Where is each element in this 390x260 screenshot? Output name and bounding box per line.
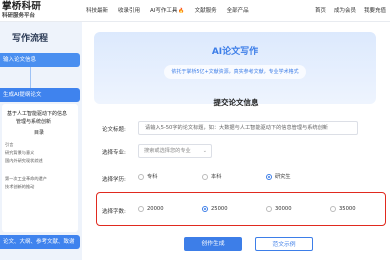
paper-line: 研究背景与意义 [5,150,35,155]
paper-line: 引言 [5,142,14,147]
paper-line: 第一次工业革命的遗产 [5,176,47,181]
major-label: 选择专业: [102,150,126,156]
degree-label: 选择学历: [102,177,126,183]
step-generate-outline[interactable]: 生成AI提纲论文 [0,88,80,102]
paper-line: 国内外研究现状综述 [5,158,43,163]
words-label: 选择字数: [102,209,126,215]
main-panel: AI论文写作 依托于掌桥5亿+文献资源，真实参考文献，专业学术格式 提交论文信息… [82,22,390,260]
hero-subtitle: 依托于掌桥5亿+文献资源，真实参考文献，专业学术格式 [164,65,306,79]
paper-toc: 目录 [34,130,45,136]
words-option-20000[interactable]: 20000 [138,206,164,212]
words-option-25000[interactable]: 25000 [202,206,228,212]
radio-icon [330,206,336,212]
example-button[interactable]: 范文示例 [255,237,313,251]
radio-selected-icon [266,173,272,180]
radio-icon [138,173,144,180]
hero-title: AI论文写作 [211,47,259,57]
words-option-30000[interactable]: 30000 [266,206,292,212]
hot-icon: 🔥 [178,8,185,14]
radio-icon [138,206,144,212]
nav-item-citation[interactable]: 收录引用 [118,6,140,14]
major-placeholder: 搜索或选择您的专业 [144,148,191,154]
major-select[interactable]: 搜索或选择您的专业 ⌄ [138,144,212,158]
hero-banner: AI论文写作 依托于掌桥5亿+文献资源，真实参考文献，专业学术格式 [94,32,376,104]
recharge-link[interactable]: 我要充值 [364,6,386,14]
membership-link[interactable]: 成为会员 [334,6,356,14]
paper-preview: 基于人工智能驱动下的信息 管理与系统创新 目录 引言 研究背景与意义 国内外研究… [2,104,78,232]
title-input[interactable]: 请输入5-50字的论文标题，如：大数据与人工智能驱动下的信息管理与系统创新 [138,121,358,135]
workflow-sidebar: 写作流程 输入论文信息 生成AI提纲论文 基于人工智能驱动下的信息 管理与系统创… [0,22,82,260]
logo-subtitle: 科研服务平台 [2,13,36,19]
nav-item-all-products[interactable]: 全部产品 [227,6,249,14]
nav-item-ai-writing[interactable]: AI写作工具🔥 [150,6,185,14]
degree-option-associate[interactable]: 专科 [138,173,157,180]
create-button[interactable]: 创作生成 [184,237,242,251]
radio-icon [266,206,272,212]
home-link[interactable]: 首页 [315,6,326,14]
section-title: 提交论文信息 [213,98,259,107]
paper-title: 基于人工智能驱动下的信息 [7,111,68,117]
nav-item-literature[interactable]: 文献服务 [195,6,217,14]
step-input-info[interactable]: 输入论文信息 [0,53,80,67]
paper-line: 技术创新的推动 [5,184,35,189]
degree-option-graduate[interactable]: 研究生 [266,173,291,180]
radio-selected-icon [202,206,208,212]
step-output[interactable]: 论文、大纲、参考文献、致谢 [0,235,80,249]
paper-title-line2: 管理与系统创新 [16,119,52,125]
sidebar-title: 写作流程 [12,34,49,44]
main-nav: 科技最新 收录引用 AI写作工具🔥 文献服务 全部产品 [86,6,249,14]
nav-item-latest[interactable]: 科技最新 [86,6,108,14]
words-option-35000[interactable]: 35000 [330,206,356,212]
chevron-down-icon: ⌄ [202,148,207,154]
radio-icon [202,173,208,180]
top-right-links: 首页 成为会员 我要充值 [315,6,386,14]
step-connector [30,67,31,88]
top-bar: 掌桥科研 科研服务平台 科技最新 收录引用 AI写作工具🔥 文献服务 全部产品 … [0,0,390,22]
degree-option-bachelor[interactable]: 本科 [202,173,221,180]
title-label: 论文标题: [102,127,126,133]
